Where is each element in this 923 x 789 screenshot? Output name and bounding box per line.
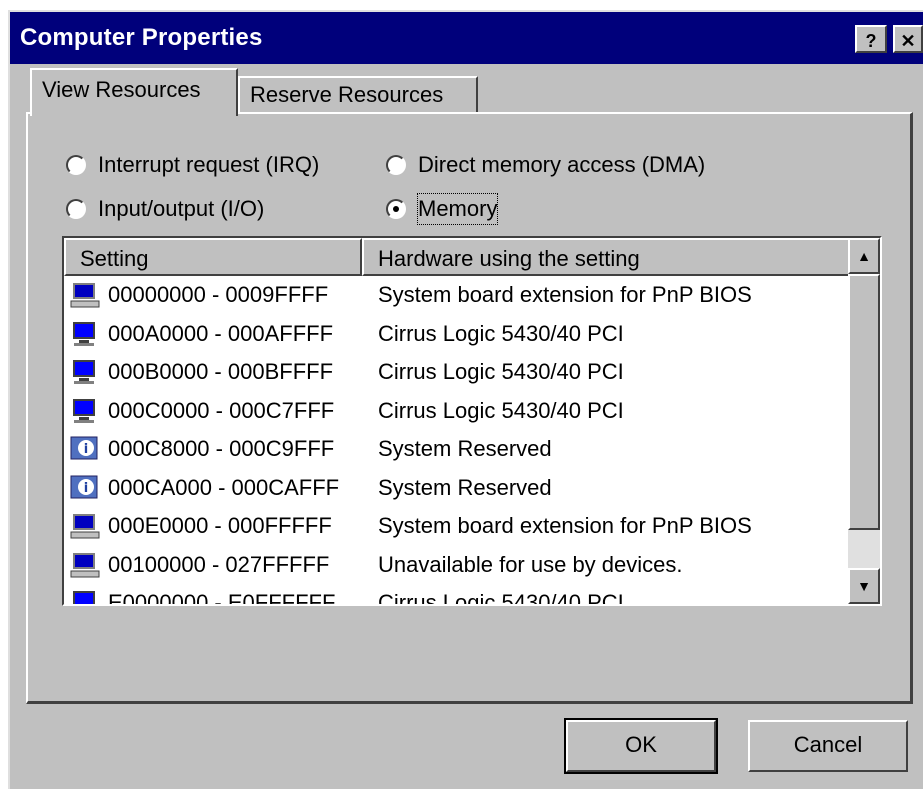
table-row[interactable]: 00000000 - 0009FFFF System board extensio… [64,276,850,315]
hardware-cell: System Reserved [378,474,552,500]
computer-icon [70,282,100,308]
monitor-icon [70,321,100,347]
setting-cell: 000A0000 - 000AFFFF [108,320,334,346]
radio-indicator [66,155,86,175]
hardware-cell: System Reserved [378,436,552,461]
table-row[interactable]: 00100000 - 027FFFFF Unavailable for use b… [64,546,850,585]
hardware-cell: Cirrus Logic 5430/40 PCI [378,397,624,423]
table-row[interactable]: E0000000 - E0FFFFFF Cirrus Logic 5430/40 … [64,584,850,606]
tab-reserve-resources[interactable]: Reserve Resources [238,76,478,114]
radio-memory[interactable]: Memory [386,193,499,225]
radio-indicator [386,155,406,175]
table-row[interactable]: 000A0000 - 000AFFFF Cirrus Logic 5430/40 … [64,315,850,354]
scroll-up-arrow-icon[interactable]: ▲ [848,238,880,274]
table-row[interactable]: i 000CA000 - 000CAFFF System Reserved [64,469,850,508]
radio-irq[interactable]: Interrupt request (IRQ) [66,150,319,180]
table-row[interactable]: 000C0000 - 000C7FFF Cirrus Logic 5430/40 … [64,392,850,431]
setting-cell: 00000000 - 0009FFFF [108,282,329,307]
setting-cell: 00100000 - 027FFFFF [108,551,330,577]
hardware-cell: Cirrus Logic 5430/40 PCI [378,359,624,384]
column-header-hardware[interactable]: Hardware using the setting [362,238,850,276]
svg-text:i: i [84,442,88,457]
close-button[interactable]: ✕ [893,25,923,53]
setting-cell: 000C0000 - 000C7FFF [108,397,335,423]
resource-list[interactable]: Setting Hardware using the setting 00000… [62,236,882,606]
computer-icon [70,513,100,539]
setting-cell: 000B0000 - 000BFFFF [108,359,334,384]
scrollbar-thumb[interactable] [848,274,880,530]
reserved-icon: i [70,475,100,501]
list-rows: 00000000 - 0009FFFF System board extensio… [64,276,850,606]
cancel-button[interactable]: Cancel [748,720,908,772]
radio-io[interactable]: Input/output (I/O) [66,194,264,224]
setting-cell: 000E0000 - 000FFFFF [108,513,332,538]
setting-cell: 000C8000 - 000C9FFF [108,436,335,461]
table-row[interactable]: 000E0000 - 000FFFFF System board extensio… [64,507,850,546]
radio-indicator-selected [386,199,406,219]
setting-cell: E0000000 - E0FFFFFF [108,590,336,606]
vertical-scrollbar[interactable]: ▲ ▼ [848,238,880,604]
radio-io-label: Input/output (I/O) [98,196,265,221]
help-button[interactable]: ? [855,25,887,53]
computer-icon [70,552,100,578]
monitor-icon [70,398,100,424]
monitor-icon [70,359,100,385]
hardware-cell: System board extension for PnP BIOS [378,513,752,538]
scroll-down-arrow-icon[interactable]: ▼ [848,568,880,604]
svg-text:i: i [84,481,88,496]
radio-indicator [66,199,86,219]
tab-view-resources[interactable]: View Resources [30,68,238,116]
radio-dma-label: Direct memory access (DMA) [418,152,706,177]
hardware-cell: Cirrus Logic 5430/40 PCI [378,590,624,606]
hardware-cell: Cirrus Logic 5430/40 PCI [378,320,624,346]
table-row[interactable]: i 000C8000 - 000C9FFF System Reserved [64,430,850,469]
radio-memory-label: Memory [416,193,499,225]
radio-irq-label: Interrupt request (IRQ) [98,152,320,177]
column-header-setting[interactable]: Setting [64,238,362,276]
reserved-icon: i [70,436,100,462]
radio-dma[interactable]: Direct memory access (DMA) [386,150,705,180]
ok-button[interactable]: OK [564,718,718,774]
setting-cell: 000CA000 - 000CAFFF [108,474,340,500]
hardware-cell: System board extension for PnP BIOS [378,282,752,307]
title-bar[interactable]: Computer Properties ? ✕ [10,12,923,64]
monitor-icon [70,590,100,604]
hardware-cell: Unavailable for use by devices. [378,551,683,577]
table-row[interactable]: 000B0000 - 000BFFFF Cirrus Logic 5430/40 … [64,353,850,392]
window-title: Computer Properties [20,24,263,51]
